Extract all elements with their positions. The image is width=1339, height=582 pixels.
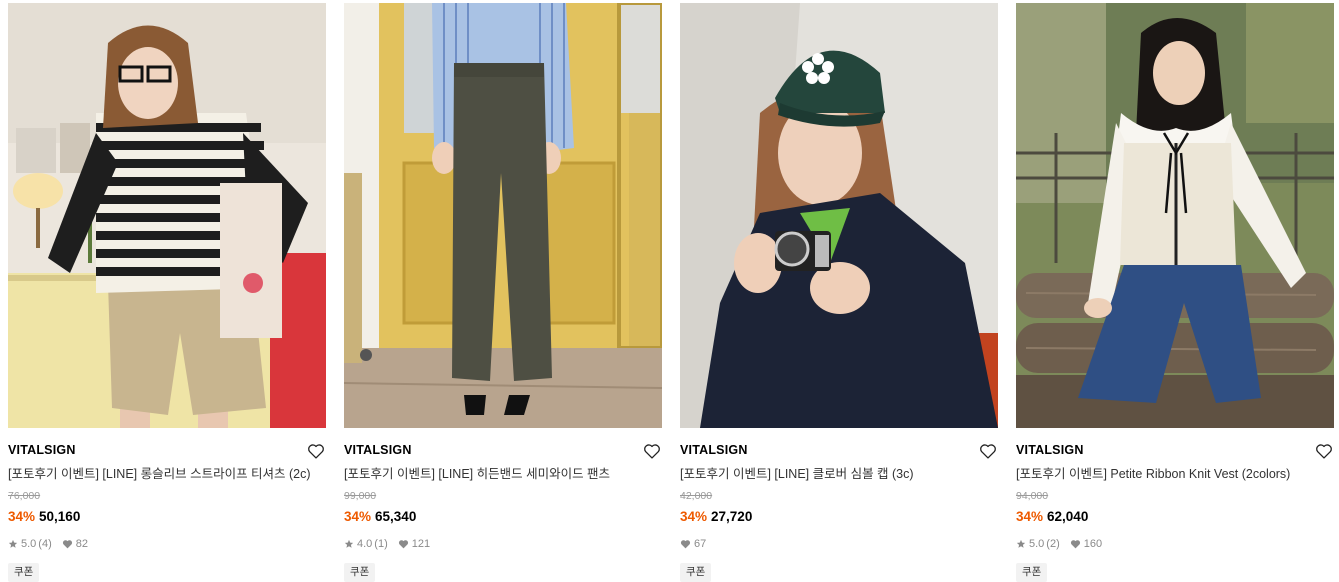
product-card[interactable]: VITALSIGN [포토후기 이벤트] [LINE] 히든밴드 세미와이드 팬… <box>344 3 662 582</box>
price-row: 34% 50,160 <box>8 508 326 525</box>
heart-outline-icon[interactable] <box>306 441 326 461</box>
review-count: (4) <box>38 538 52 550</box>
product-card[interactable]: VITALSIGN [포토후기 이벤트] [LINE] 클로버 심볼 캡 (3c… <box>680 3 998 582</box>
coupon-badge: 쿠폰 <box>8 563 40 582</box>
product-title[interactable]: [포토후기 이벤트] [LINE] 롱슬리브 스트라이프 티셔츠 (2c) <box>8 466 326 483</box>
like-count-value: 160 <box>1083 538 1103 550</box>
star-icon <box>344 539 354 548</box>
price-row: 34% 27,720 <box>680 508 998 525</box>
product-meta: 5.0 (4) 82 <box>8 537 326 551</box>
original-price: 99,000 <box>344 490 377 502</box>
original-price: 94,000 <box>1016 490 1049 502</box>
product-grid: VITALSIGN [포토후기 이벤트] [LINE] 롱슬리브 스트라이프 티… <box>8 3 1334 582</box>
brand-name[interactable]: VITALSIGN <box>1016 443 1084 457</box>
rating-value: 4.0 <box>357 538 373 550</box>
like-count-value: 82 <box>75 538 88 550</box>
product-meta: 67 <box>680 537 998 551</box>
rating: 5.0 (2) <box>1016 537 1060 551</box>
heart-filled-icon <box>398 540 408 549</box>
like-count: 82 <box>62 537 88 551</box>
rating: 4.0 (1) <box>344 537 388 551</box>
product-title[interactable]: [포토후기 이벤트] [LINE] 클로버 심볼 캡 (3c) <box>680 466 998 483</box>
like-count: 67 <box>680 537 706 551</box>
heart-outline-icon[interactable] <box>978 441 998 461</box>
price-row: 34% 65,340 <box>344 508 662 525</box>
review-count: (1) <box>374 538 388 550</box>
coupon-badge: 쿠폰 <box>1016 563 1048 582</box>
sale-price: 27,720 <box>711 509 753 524</box>
heart-outline-icon[interactable] <box>1314 441 1334 461</box>
review-count: (2) <box>1046 538 1060 550</box>
star-icon <box>8 539 18 548</box>
original-price: 42,000 <box>680 490 713 502</box>
product-meta: 5.0 (2) 160 <box>1016 537 1334 551</box>
sale-price: 62,040 <box>1047 509 1089 524</box>
like-count: 121 <box>398 537 430 551</box>
rating-value: 5.0 <box>1029 538 1045 550</box>
product-image[interactable] <box>8 3 326 428</box>
discount-rate: 34% <box>680 509 708 524</box>
brand-name[interactable]: VITALSIGN <box>344 443 412 457</box>
product-meta: 4.0 (1) 121 <box>344 537 662 551</box>
like-count-value: 67 <box>694 538 707 550</box>
heart-outline-icon[interactable] <box>642 441 662 461</box>
star-icon <box>1016 539 1026 548</box>
discount-rate: 34% <box>344 509 372 524</box>
like-count-value: 121 <box>411 538 431 550</box>
product-image[interactable] <box>344 3 662 428</box>
heart-filled-icon <box>680 540 691 549</box>
brand-name[interactable]: VITALSIGN <box>680 443 748 457</box>
heart-filled-icon <box>1070 540 1080 549</box>
sale-price: 65,340 <box>375 509 417 524</box>
product-title[interactable]: [포토후기 이벤트] Petite Ribbon Knit Vest (2col… <box>1016 466 1334 483</box>
product-card[interactable]: VITALSIGN [포토후기 이벤트] [LINE] 롱슬리브 스트라이프 티… <box>8 3 326 582</box>
discount-rate: 34% <box>1016 509 1044 524</box>
coupon-badge: 쿠폰 <box>344 563 376 582</box>
product-title[interactable]: [포토후기 이벤트] [LINE] 히든밴드 세미와이드 팬츠 <box>344 466 662 483</box>
brand-name[interactable]: VITALSIGN <box>8 443 76 457</box>
heart-filled-icon <box>62 540 72 549</box>
original-price: 76,000 <box>8 490 41 502</box>
discount-rate: 34% <box>8 509 36 524</box>
price-row: 34% 62,040 <box>1016 508 1334 525</box>
product-image[interactable] <box>680 3 998 428</box>
product-image[interactable] <box>1016 3 1334 428</box>
rating: 5.0 (4) <box>8 537 52 551</box>
coupon-badge: 쿠폰 <box>680 563 712 582</box>
like-count: 160 <box>1070 537 1102 551</box>
product-card[interactable]: VITALSIGN [포토후기 이벤트] Petite Ribbon Knit … <box>1016 3 1334 582</box>
rating-value: 5.0 <box>21 538 37 550</box>
sale-price: 50,160 <box>39 509 81 524</box>
